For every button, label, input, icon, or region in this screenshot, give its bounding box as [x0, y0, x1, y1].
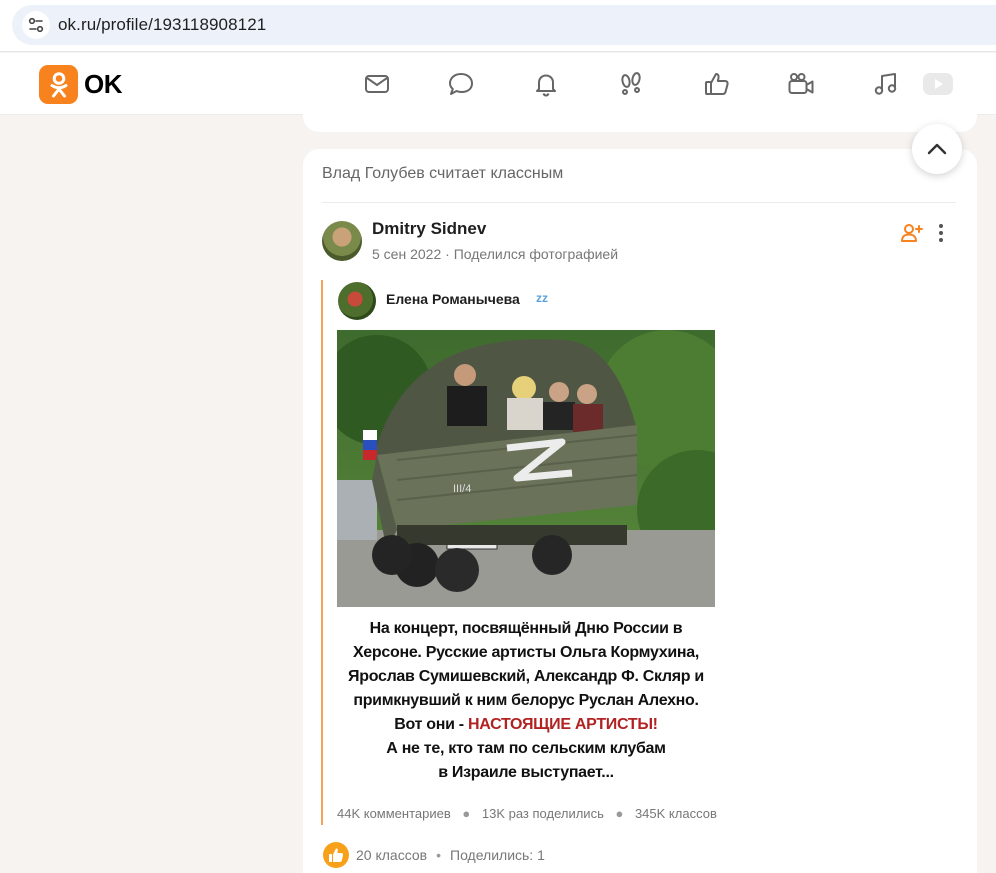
caption-line: Херсоне. Русские артисты Ольга Кормухина…	[352, 644, 700, 661]
caption-line: примкнувший к ним белорус Руслан Алехно.	[353, 692, 699, 709]
class-like-icon[interactable]	[323, 842, 349, 868]
post-author-name[interactable]: Dmitry Sidnev	[372, 219, 486, 239]
likes-count[interactable]: 20 классов	[356, 847, 427, 863]
caption-line: в Израиле выступает...	[438, 764, 614, 781]
ok-logo-icon	[39, 65, 78, 104]
post-context-title[interactable]: Влад Голубев считает классным	[322, 165, 563, 183]
reactions-separator: •	[436, 847, 441, 863]
post-reactions: 20 классов • Поделились: 1	[323, 842, 545, 868]
post-photo[interactable]: III/4	[337, 330, 715, 607]
stats-separator: ●	[462, 806, 471, 821]
repost-accent-line	[321, 280, 323, 825]
like-icon[interactable]	[702, 69, 732, 99]
scroll-to-top-button[interactable]	[912, 124, 962, 174]
caption-line: А не те, кто там по сельским клубам	[386, 740, 666, 757]
meta-separator: ·	[445, 246, 454, 262]
add-friend-icon[interactable]	[900, 221, 924, 245]
video-camera-icon[interactable]	[786, 69, 816, 99]
caption-line: На концерт, посвящённый Дню России в	[369, 620, 683, 637]
site-info-icon[interactable]	[22, 11, 50, 39]
caption-line: Вот они - НАСТОЯЩИЕ АРТИСТЫ!	[337, 713, 715, 737]
guests-icon[interactable]	[616, 69, 646, 99]
ok-logo[interactable]: OK	[39, 65, 123, 104]
repost-stats: 44K комментариев ● 13K раз поделились ● …	[337, 806, 717, 821]
shared-count[interactable]: Поделились: 1	[450, 847, 545, 863]
repost-author-name[interactable]: Елена Романычева	[386, 291, 520, 307]
repost-author-avatar[interactable]	[338, 282, 376, 320]
shares-count[interactable]: 13K раз поделились	[482, 806, 604, 821]
military-truck-photo: III/4	[337, 330, 715, 607]
bell-icon[interactable]	[531, 69, 561, 99]
divider	[322, 202, 956, 203]
video-play-icon[interactable]	[921, 69, 955, 99]
previous-post-card	[303, 100, 977, 132]
post-date[interactable]: 5 сен 2022	[372, 246, 441, 262]
author-avatar[interactable]	[322, 221, 362, 261]
comments-count[interactable]: 44K комментариев	[337, 806, 451, 821]
stats-separator: ●	[615, 806, 624, 821]
post-meta: 5 сен 2022 · Поделился фотографией	[372, 246, 618, 262]
chevron-up-icon	[927, 143, 947, 155]
chat-icon[interactable]	[446, 69, 476, 99]
more-options-icon[interactable]	[931, 221, 951, 245]
mail-icon[interactable]	[362, 69, 392, 99]
photo-caption: На концерт, посвящённый Дню России в Хер…	[337, 617, 715, 785]
post-action: Поделился фотографией	[453, 246, 619, 262]
classes-count[interactable]: 345K классов	[635, 806, 717, 821]
caption-line: Ярослав Сумишевский, Александр Ф. Скляр …	[348, 668, 704, 685]
url-text[interactable]: ok.ru/profile/193118908121	[58, 15, 266, 35]
caption-highlight: НАСТОЯЩИЕ АРТИСТЫ!	[468, 716, 658, 733]
logo-text: OK	[84, 69, 123, 99]
caption-text: Вот они -	[394, 716, 464, 733]
music-icon[interactable]	[871, 69, 901, 99]
omnibox[interactable]: ok.ru/profile/193118908121	[12, 5, 996, 45]
browser-address-bar: ok.ru/profile/193118908121	[0, 0, 996, 52]
svg-text:III/4: III/4	[453, 483, 471, 495]
sleep-badge-icon: zz	[536, 291, 548, 305]
